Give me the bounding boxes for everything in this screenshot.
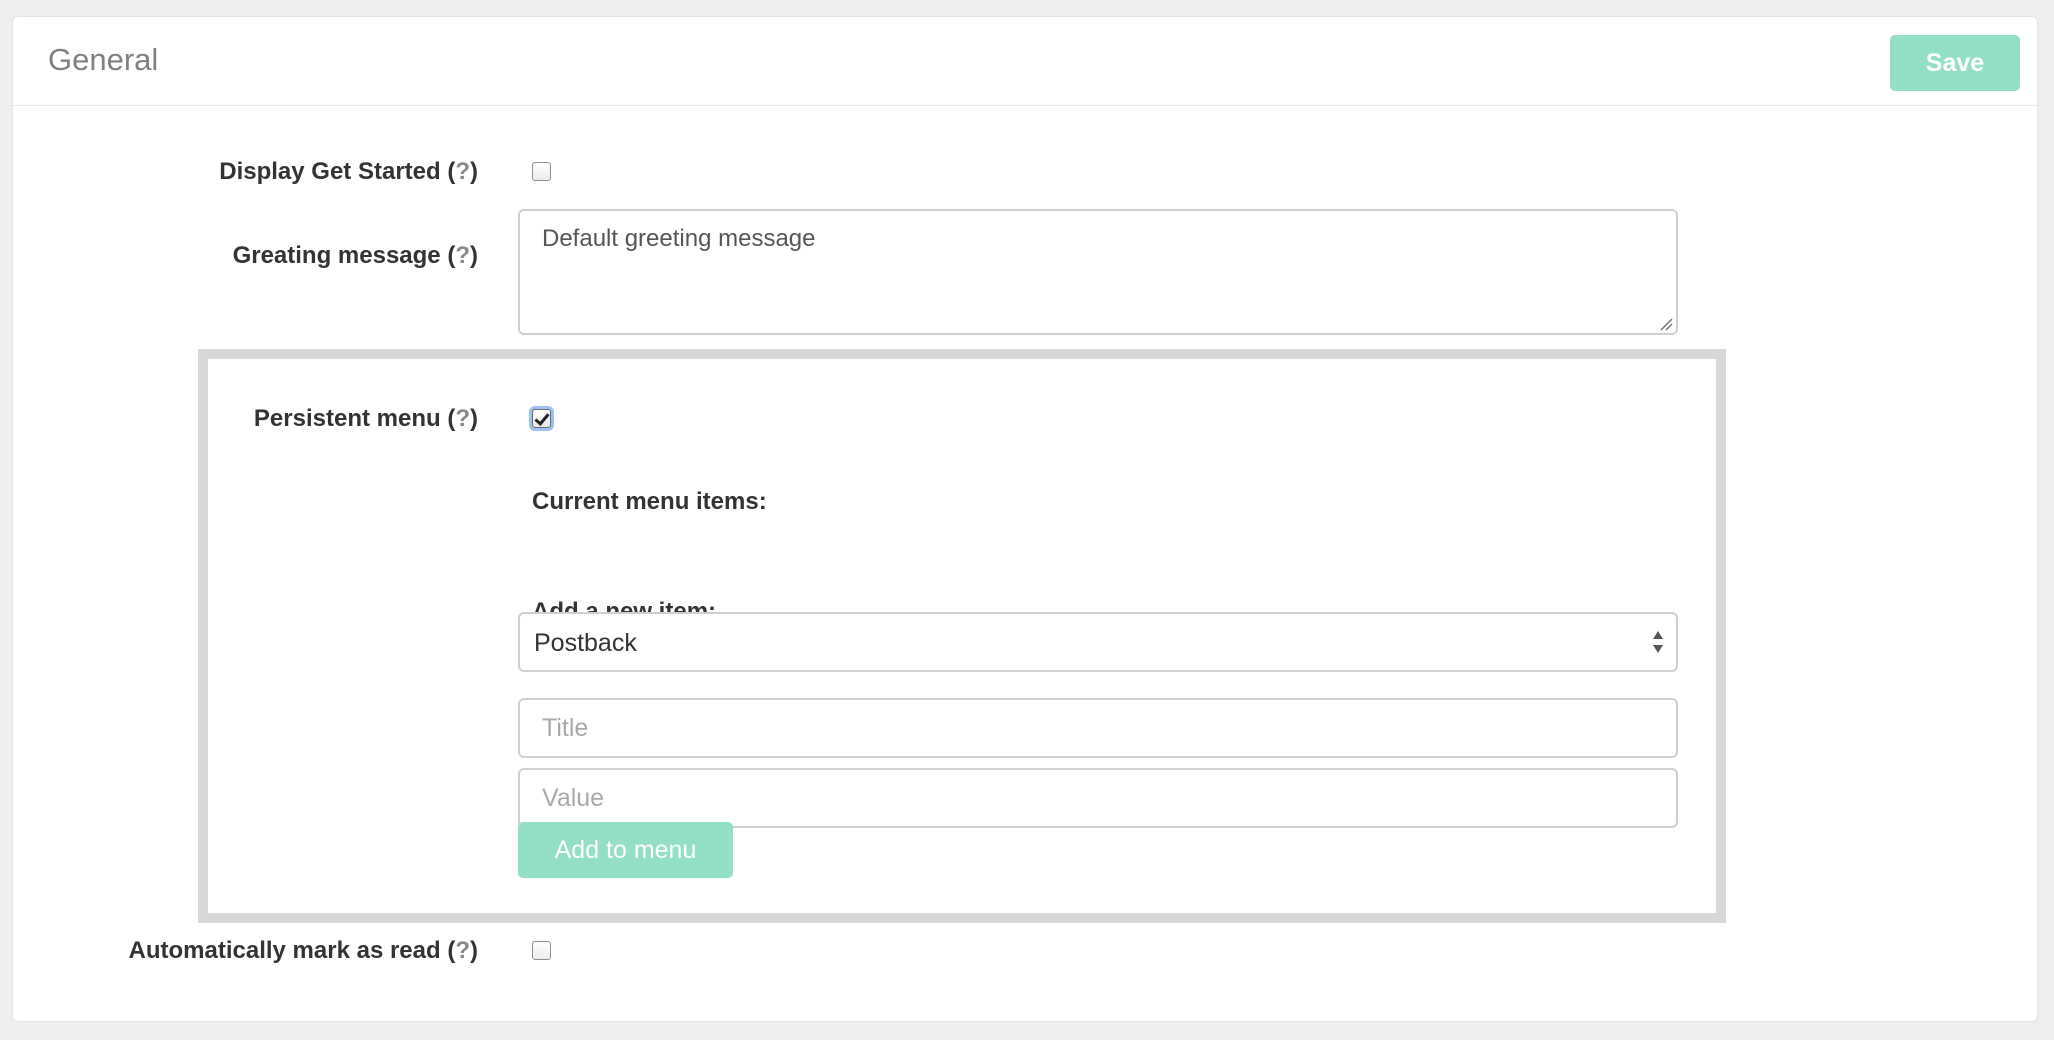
help-icon[interactable]: ?: [455, 158, 470, 185]
help-icon[interactable]: ?: [455, 242, 470, 269]
help-icon[interactable]: ?: [455, 405, 470, 432]
display-get-started-checkbox[interactable]: [532, 162, 551, 181]
persistent-menu-label: Persistent menu (?): [253, 405, 478, 432]
panel-header: General Save: [13, 17, 2037, 106]
help-link[interactable]: (?): [447, 158, 478, 185]
menu-item-title-input[interactable]: [518, 698, 1678, 758]
greeting-message-textarea[interactable]: Default greeting message: [518, 209, 1678, 335]
page-title: General: [48, 42, 159, 77]
current-menu-items-heading: Current menu items:: [532, 488, 767, 515]
persistent-menu-checkbox[interactable]: [532, 409, 551, 428]
select-value: Postback: [534, 629, 637, 657]
help-link[interactable]: (?): [447, 937, 478, 964]
resize-grip-icon[interactable]: [1659, 317, 1673, 331]
help-icon[interactable]: ?: [455, 937, 470, 964]
help-link[interactable]: (?): [447, 405, 478, 432]
save-button[interactable]: Save: [1890, 35, 2020, 91]
menu-item-type-select[interactable]: Postback: [518, 612, 1678, 672]
display-get-started-label: Display Get Started (?): [219, 158, 478, 185]
menu-item-value-input[interactable]: [518, 768, 1678, 828]
auto-mark-read-label: Automatically mark as read (?): [128, 937, 478, 964]
add-to-menu-button[interactable]: Add to menu: [518, 822, 733, 878]
greeting-message-label: Greating message (?): [232, 242, 478, 269]
help-link[interactable]: (?): [447, 242, 478, 269]
auto-mark-read-checkbox[interactable]: [532, 941, 551, 960]
select-arrows-icon: [1653, 631, 1663, 653]
